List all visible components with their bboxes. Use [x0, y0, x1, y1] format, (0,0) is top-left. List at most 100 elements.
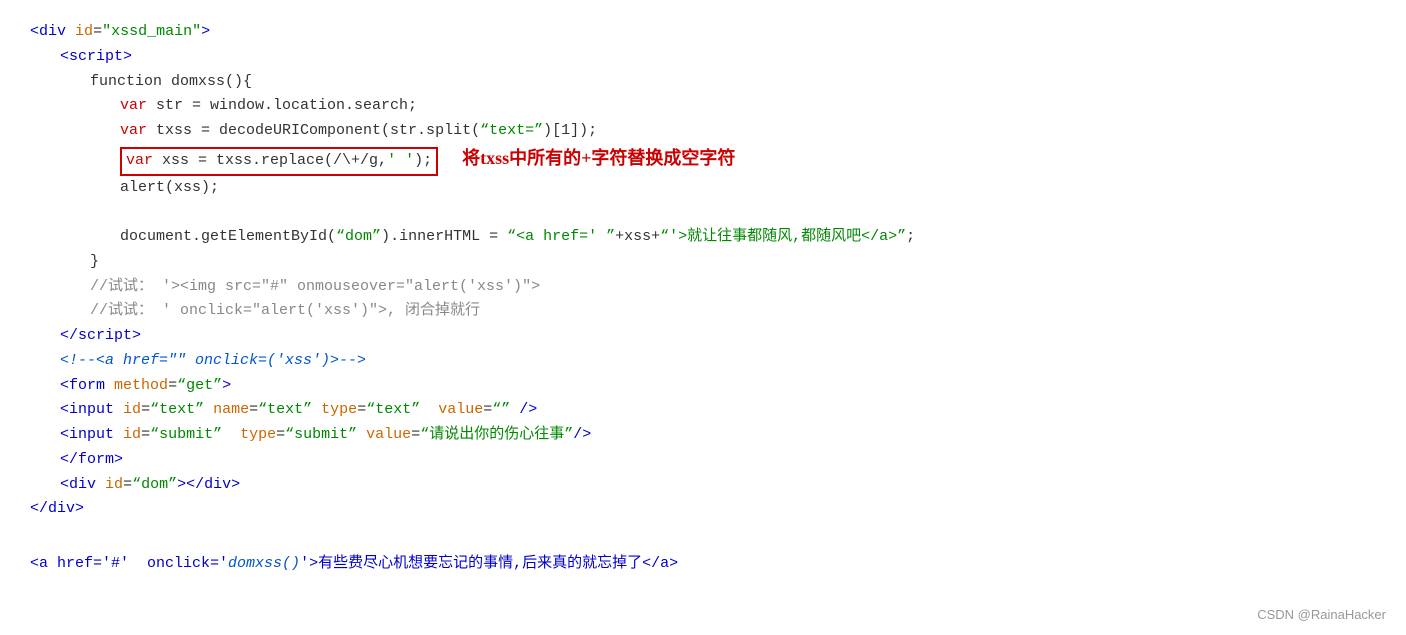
code-token: method	[114, 374, 168, 399]
code-line: function domxss(){	[30, 70, 1376, 95]
code-token: “text=”	[480, 119, 543, 144]
code-token: =	[249, 398, 258, 423]
code-token: name	[213, 398, 249, 423]
code-token: </	[60, 324, 78, 349]
code-token: =	[357, 398, 366, 423]
code-token: //试试： '><img src="#" onmouseover="alert(…	[90, 275, 540, 300]
code-token	[114, 398, 123, 423]
code-token: div	[204, 473, 231, 498]
code-token: ).innerHTML =	[381, 225, 507, 250]
code-token: div	[48, 497, 75, 522]
code-token: input	[69, 423, 114, 448]
code-token: “dom”	[132, 473, 177, 498]
code-token: div	[69, 473, 96, 498]
code-token: }	[90, 250, 99, 275]
code-line: var xss = txss.replace(/\+/g,' ');将txss中…	[30, 144, 1376, 176]
code-token: value	[366, 423, 411, 448]
code-token: >	[75, 497, 84, 522]
code-token: )[1]);	[543, 119, 597, 144]
code-token: “dom”	[336, 225, 381, 250]
code-token: //试试： ' onclick="alert('xss')">, 闭合掉就行	[90, 299, 480, 324]
code-line: <script>	[30, 45, 1376, 70]
code-line: var txss = decodeURIComponent(str.split(…	[30, 119, 1376, 144]
code-token: =	[141, 423, 150, 448]
code-token: <	[60, 423, 69, 448]
code-token: =	[483, 398, 492, 423]
code-token: “'>就让往事都随风,都随风吧</a>”	[660, 225, 906, 250]
code-token	[66, 20, 75, 45]
code-token	[222, 423, 240, 448]
code-line: <div id="xssd_main">	[30, 20, 1376, 45]
code-token: </	[30, 497, 48, 522]
code-token	[357, 423, 366, 448]
code-token: +xss+	[615, 225, 660, 250]
code-token: <	[60, 473, 69, 498]
code-token: type	[240, 423, 276, 448]
code-line: <!--<a href="" onclick=('xss')>-->	[30, 349, 1376, 374]
code-token: “text”	[258, 398, 312, 423]
code-line: alert(xss);	[30, 176, 1376, 201]
code-line: //试试： ' onclick="alert('xss')">, 闭合掉就行	[30, 299, 1376, 324]
annotation-text: 将txss中所有的+字符替换成空字符	[462, 144, 735, 174]
code-line: }	[30, 250, 1376, 275]
code-token: txss = decodeURIComponent(str.split(	[147, 119, 480, 144]
code-token: >	[114, 448, 123, 473]
code-token: “<a href=' ”	[507, 225, 615, 250]
code-token: script	[69, 45, 123, 70]
code-token: =	[168, 374, 177, 399]
code-line: document.getElementById(“dom”).innerHTML…	[30, 225, 1376, 250]
code-token: =	[411, 423, 420, 448]
code-token: alert(xss);	[120, 176, 219, 201]
code-token: =	[276, 423, 285, 448]
link-pre-text: <a href='#' onclick='	[30, 552, 228, 577]
link-function[interactable]: domxss()	[228, 552, 300, 577]
code-line: </script>	[30, 324, 1376, 349]
code-token: “text”	[150, 398, 204, 423]
code-token: >	[123, 45, 132, 70]
bottom-link-line: <a href='#' onclick='domxss()'>有些费尽心机想要忘…	[30, 552, 1376, 577]
code-token: “请说出你的伤心往事”	[420, 423, 573, 448]
code-token	[420, 398, 438, 423]
code-token	[105, 374, 114, 399]
code-token: value	[438, 398, 483, 423]
code-token: >	[222, 374, 231, 399]
code-token: ></	[177, 473, 204, 498]
code-token: <!--<a href="" onclick=('xss')>-->	[60, 349, 366, 374]
code-line: </div>	[30, 497, 1376, 522]
watermark: CSDN @RainaHacker	[1257, 604, 1386, 625]
code-token: >	[201, 20, 210, 45]
code-token: =	[141, 398, 150, 423]
code-token: >	[132, 324, 141, 349]
code-token: ;	[906, 225, 915, 250]
bottom-link-content: <a href='#' onclick='domxss()'>有些费尽心机想要忘…	[30, 552, 1376, 577]
code-token: =	[123, 473, 132, 498]
code-token: <	[60, 398, 69, 423]
code-token	[204, 398, 213, 423]
code-token: form	[78, 448, 114, 473]
code-token	[114, 423, 123, 448]
code-token: <	[60, 45, 69, 70]
code-line: <input id=“submit” type=“submit” value=“…	[30, 423, 1376, 448]
code-token: id	[123, 423, 141, 448]
code-line: <div id=“dom”></div>	[30, 473, 1376, 498]
code-token: <	[30, 20, 39, 45]
code-token: function domxss(){	[90, 70, 252, 95]
code-token: id	[75, 20, 93, 45]
code-token: <	[60, 374, 69, 399]
code-token: input	[69, 398, 114, 423]
code-line: var str = window.location.search;	[30, 94, 1376, 119]
code-token	[96, 473, 105, 498]
code-line: //试试： '><img src="#" onmouseover="alert(…	[30, 275, 1376, 300]
code-token: document.getElementById(	[120, 225, 336, 250]
code-token: />	[573, 423, 591, 448]
code-token: var	[120, 94, 147, 119]
code-line: <form method=“get”>	[30, 374, 1376, 399]
code-token: =	[93, 20, 102, 45]
code-token: script	[78, 324, 132, 349]
link-post-text: '>有些费尽心机想要忘记的事情,后来真的就忘掉了</a>	[300, 552, 678, 577]
code-token: var	[120, 119, 147, 144]
code-line: </form>	[30, 448, 1376, 473]
code-token: “submit”	[150, 423, 222, 448]
code-block: <div id="xssd_main"><script>function dom…	[30, 20, 1376, 522]
code-token: “text”	[366, 398, 420, 423]
